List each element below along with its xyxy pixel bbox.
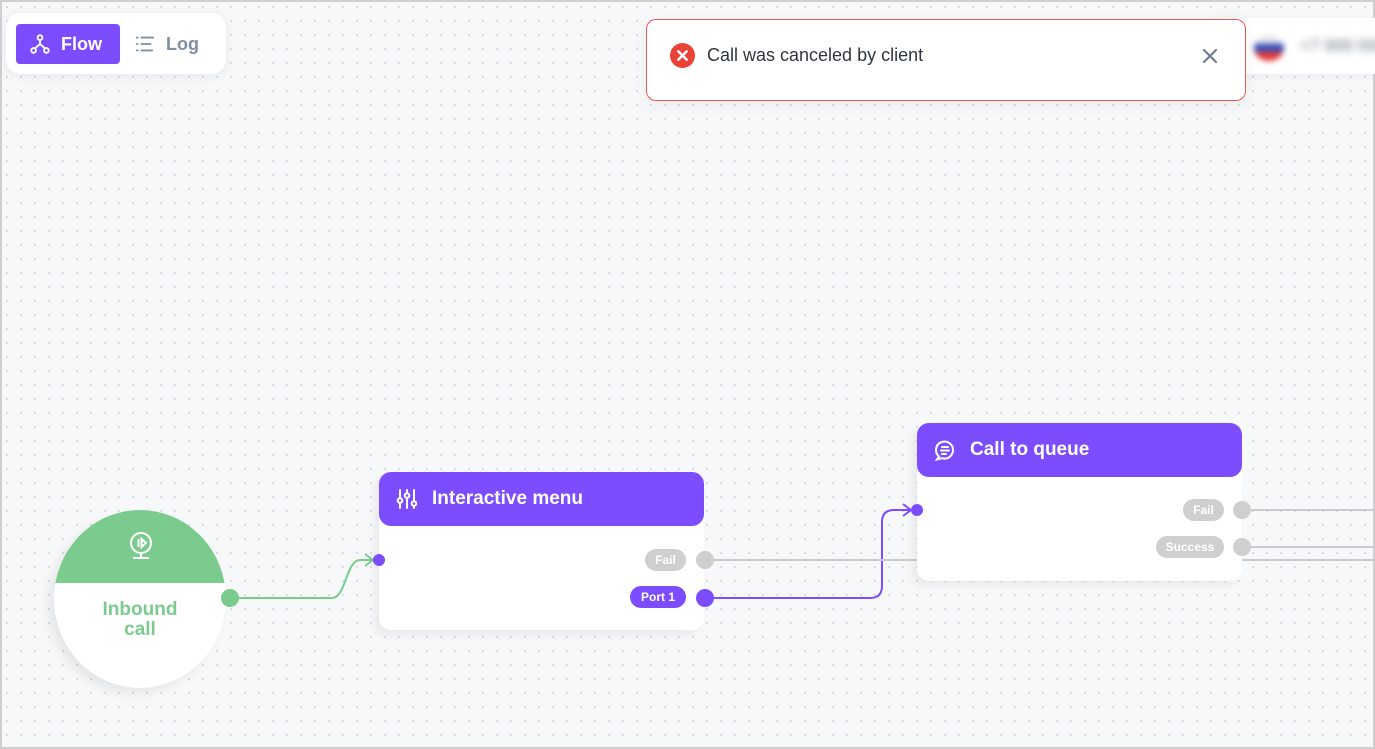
- inbound-call-label: Inbound call: [54, 600, 226, 640]
- close-icon[interactable]: [1198, 44, 1222, 68]
- call-to-queue-success-port-label: Success: [1156, 536, 1224, 558]
- country-flag-icon: [1254, 35, 1284, 61]
- tab-log[interactable]: Log: [132, 24, 222, 64]
- connector-inbound-to-menu: [230, 559, 373, 599]
- connector-menu-port1-to-queue: [705, 509, 911, 599]
- tab-log-label: Log: [166, 33, 199, 54]
- list-icon: [135, 36, 155, 52]
- interactive-menu-port1-label: Port 1: [630, 586, 686, 608]
- interactive-menu-fail-port-label: Fail: [645, 549, 686, 571]
- toast-message: Call was canceled by client: [707, 45, 924, 65]
- interactive-menu-fail-port[interactable]: [696, 551, 714, 569]
- error-circle-icon: [670, 43, 695, 68]
- call-to-queue-input-port[interactable]: [911, 504, 923, 516]
- view-switch: Flow Log: [6, 13, 226, 74]
- inbound-label-line1: Inbound: [102, 599, 178, 620]
- interactive-menu-title: Interactive menu: [432, 488, 583, 509]
- inbound-label-line2: call: [124, 619, 156, 640]
- interactive-menu-input-port[interactable]: [373, 554, 385, 566]
- flow-diagram-icon: [30, 34, 50, 54]
- inbound-output-port[interactable]: [221, 589, 239, 607]
- interactive-menu-header: Interactive menu: [379, 472, 704, 526]
- caller-number: +7 999 000 00 00: [1300, 36, 1375, 55]
- sliders-icon: [396, 489, 418, 509]
- tab-flow[interactable]: Flow: [16, 24, 120, 64]
- call-to-queue-fail-port-label: Fail: [1183, 499, 1224, 521]
- call-to-queue-title: Call to queue: [970, 439, 1090, 460]
- interactive-menu-port1[interactable]: [696, 589, 714, 607]
- phone-play-icon: [130, 532, 152, 559]
- queue-chat-icon: [934, 440, 955, 462]
- inbound-call-node[interactable]: Inbound call: [54, 510, 226, 688]
- error-toast: Call was canceled by client: [646, 19, 1246, 101]
- tab-flow-label: Flow: [61, 33, 102, 54]
- flow-canvas[interactable]: Flow Log +7 999 000 00 00 Call was cance…: [2, 2, 1375, 749]
- call-to-queue-header: Call to queue: [917, 423, 1242, 477]
- call-to-queue-fail-port[interactable]: [1233, 501, 1251, 519]
- call-to-queue-success-port[interactable]: [1233, 538, 1251, 556]
